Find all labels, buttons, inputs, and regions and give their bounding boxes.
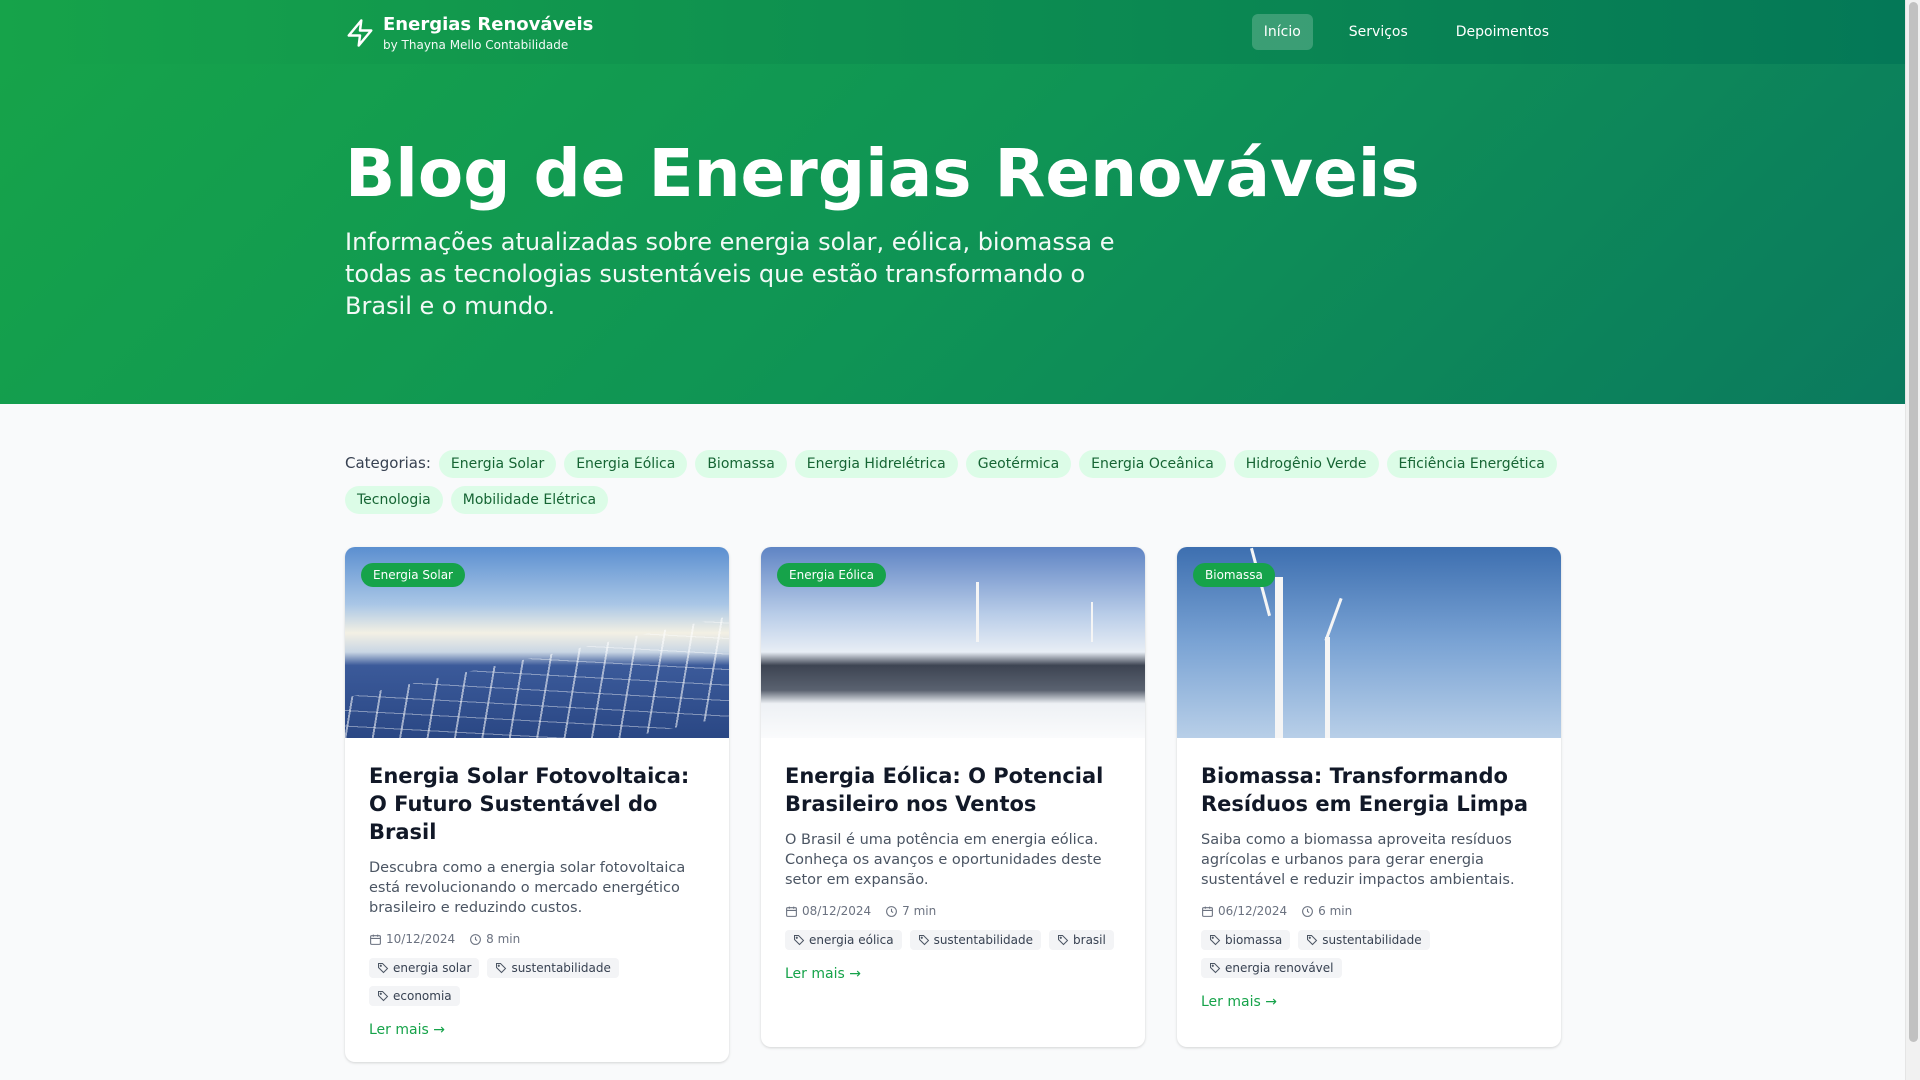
post-tag-label: energia solar [393, 961, 472, 975]
clock-icon [886, 905, 898, 917]
post-card[interactable]: Energia Solar Energia Solar Fotovoltaica… [345, 547, 729, 1062]
logo[interactable]: Energias Renováveis by Thayna Mello Cont… [345, 14, 593, 54]
post-tag[interactable]: biomassa [1201, 930, 1291, 950]
post-excerpt: Descubra como a energia solar fotovoltai… [369, 860, 686, 916]
hero-title: Blog de Energias Renováveis [345, 135, 1420, 212]
nav-servicos[interactable]: Serviços [1337, 14, 1420, 50]
post-title[interactable]: Biomassa: Transformando Resíduos em Ener… [1201, 762, 1537, 818]
post-tag-label: biomassa [1225, 933, 1283, 947]
post-tag[interactable]: sustentabilidade [909, 930, 1042, 950]
tag-icon [378, 963, 389, 974]
category-chip[interactable]: Eficiência Energética [1386, 450, 1557, 478]
hero: Blog de Energias Renováveis Informações … [0, 64, 1905, 404]
read-more-link[interactable]: Ler mais → [1201, 994, 1277, 1010]
category-chip[interactable]: Mobilidade Elétrica [450, 486, 609, 514]
post-tags: energia solar sustentabilidade economia [369, 958, 705, 1006]
site-header: Energias Renováveis by Thayna Mello Cont… [0, 0, 1905, 64]
post-excerpt: Saiba como a biomassa aproveita resíduos… [1201, 832, 1515, 888]
main-content: Categorias: Energia Solar Energia Eólica B… [345, 404, 1561, 1080]
tag-icon [378, 991, 389, 1002]
category-chip[interactable]: Energia Hidrelétrica [794, 450, 958, 478]
post-tag-label: sustentabilidade [1322, 933, 1422, 947]
post-read-time: 7 min [902, 904, 937, 918]
post-card[interactable]: Biomassa Biomassa: Transformando Resíduo… [1177, 547, 1561, 1047]
tag-icon [918, 935, 929, 946]
calendar-icon [1202, 906, 1213, 917]
category-chip[interactable]: Energia Eólica [564, 450, 688, 478]
post-read-time: 8 min [486, 932, 521, 946]
post-tag-label: sustentabilidade [511, 961, 611, 975]
post-tags: biomassa sustentabilidade energia renováve… [1201, 930, 1537, 978]
post-tag[interactable]: economia [369, 986, 460, 1006]
main-nav: Início Serviços Depoimentos [1251, 14, 1561, 50]
category-chip[interactable]: Tecnologia [345, 486, 443, 514]
post-tag-label: energia renovável [1225, 961, 1334, 975]
category-chip[interactable]: Biomassa [695, 450, 787, 478]
post-category-badge: Energia Eólica [777, 563, 886, 587]
calendar-icon [786, 906, 797, 917]
tag-icon [496, 963, 507, 974]
category-chip[interactable]: Energia Solar [438, 450, 557, 478]
post-read-time: 6 min [1318, 904, 1353, 918]
scrollbar[interactable] [1905, 0, 1920, 1080]
category-chip[interactable]: Hidrogênio Verde [1233, 450, 1379, 478]
category-filter: Categorias: Energia Solar Energia Eólica B… [345, 450, 1561, 514]
post-tag[interactable]: sustentabilidade [1298, 930, 1430, 950]
post-date: 08/12/2024 [802, 904, 872, 918]
post-tag-label: sustentabilidade [933, 933, 1034, 947]
post-date: 10/12/2024 [386, 932, 456, 946]
read-more-link[interactable]: Ler mais → [785, 966, 861, 982]
post-tag[interactable]: energia renovável [1201, 958, 1342, 978]
page: Energias Renováveis by Thayna Mello Cont… [0, 0, 1905, 1080]
clock-icon [470, 933, 482, 945]
post-tags: energia eólica sustentabilidade brasil [785, 930, 1121, 950]
post-tag-label: economia [393, 989, 452, 1003]
tag-icon [1307, 935, 1318, 946]
categories-label: Categorias: [345, 454, 431, 472]
post-tag[interactable]: sustentabilidade [487, 958, 619, 978]
tag-icon [1210, 935, 1221, 946]
post-excerpt: O Brasil é uma potência em energia eólic… [785, 832, 1102, 888]
post-tag-label: energia eólica [809, 933, 894, 947]
nav-depoimentos[interactable]: Depoimentos [1444, 14, 1561, 50]
scrollbar-thumb[interactable] [1909, 2, 1918, 1042]
read-more-link[interactable]: Ler mais → [369, 1022, 445, 1038]
post-tag[interactable]: energia solar [369, 958, 480, 978]
post-date: 06/12/2024 [1218, 904, 1288, 918]
lightning-icon [347, 19, 373, 47]
tag-icon [1210, 963, 1221, 974]
post-tag[interactable]: brasil [1049, 930, 1114, 950]
brand-title: Energias Renováveis [383, 14, 594, 35]
post-category-badge: Biomassa [1193, 563, 1275, 587]
tag-icon [1058, 935, 1069, 946]
brand-subtitle: by Thayna Mello Contabilidade [383, 38, 569, 52]
clock-icon [1302, 905, 1314, 917]
post-tag[interactable]: energia eólica [785, 930, 902, 950]
post-grid: Energia Solar Energia Solar Fotovoltaica… [345, 547, 1561, 1062]
post-title[interactable]: Energia Eólica: O Potencial Brasileiro n… [785, 762, 1121, 818]
post-card[interactable]: Energia Eólica Energia Eólica: O Potenci… [761, 547, 1145, 1047]
calendar-icon [370, 934, 381, 945]
hero-subtitle: Informações atualizadas sobre energia so… [345, 228, 1115, 320]
category-chip[interactable]: Energia Oceânica [1079, 450, 1226, 478]
post-category-badge: Energia Solar [361, 563, 465, 587]
nav-inicio[interactable]: Início [1251, 14, 1313, 50]
category-chip[interactable]: Geotérmica [965, 450, 1072, 478]
tag-icon [794, 935, 805, 946]
post-tag-label: brasil [1073, 933, 1106, 947]
post-title[interactable]: Energia Solar Fotovoltaica: O Futuro Sus… [369, 762, 705, 846]
